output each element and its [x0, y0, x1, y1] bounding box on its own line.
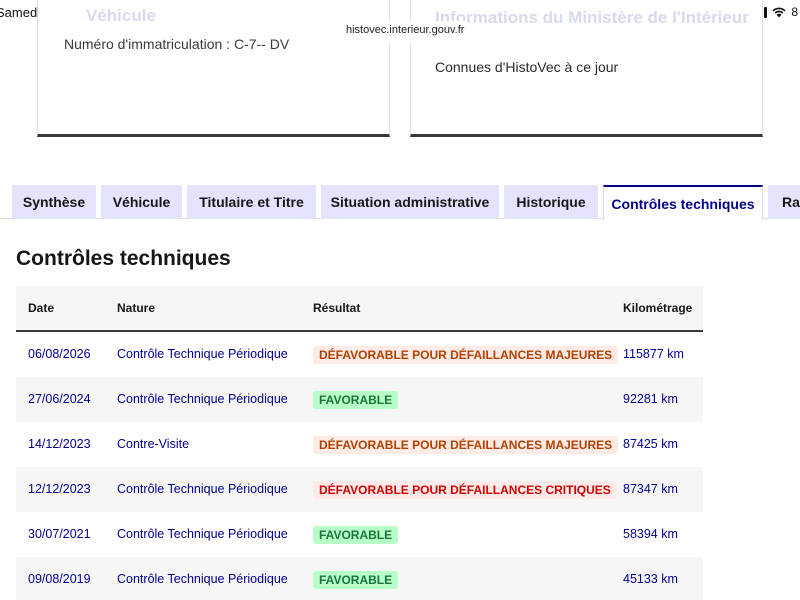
wifi-icon — [772, 7, 786, 17]
ministry-info-card-text: Connues d'HistoVec à ce jour — [435, 59, 619, 75]
column-header-nature: Nature — [117, 301, 156, 315]
result-badge-critical: DÉFAVORABLE POUR DÉFAILLANCES CRITIQUES — [313, 480, 617, 499]
vehicle-card: Véhicule Numéro d'immatriculation : C-7-… — [37, 0, 390, 137]
tab-controles-techniques[interactable]: Contrôles techniques — [603, 185, 763, 220]
tab-situation-administrative[interactable]: Situation administrative — [321, 185, 499, 219]
row-nature: Contrôle Technique Périodique — [117, 482, 288, 496]
row-km: 87347 km — [623, 482, 678, 496]
row-result: FAVORABLE — [313, 512, 399, 557]
row-nature: Contrôle Technique Périodique — [117, 347, 288, 361]
battery-percentage: 8 — [791, 5, 798, 19]
column-header-date: Date — [28, 301, 55, 315]
row-nature: Contre-Visite — [117, 437, 190, 451]
ministry-info-card-title: Informations du Ministère de l'Intérieur — [435, 8, 749, 27]
table-row: 06/08/2026 Contrôle Technique Périodique… — [16, 332, 703, 377]
row-km: 87425 km — [623, 437, 678, 451]
vehicle-card-registration: Numéro d'immatriculation : C-7-- DV — [64, 36, 290, 52]
row-date: 12/12/2023 — [28, 482, 91, 496]
row-result: DÉFAVORABLE POUR DÉFAILLANCES MAJEURES — [313, 332, 619, 377]
row-date: 09/08/2019 — [28, 572, 91, 586]
row-nature: Contrôle Technique Périodique — [117, 392, 288, 406]
row-date: 14/12/2023 — [28, 437, 91, 451]
row-date: 30/07/2021 — [28, 527, 91, 541]
table-row: 12/12/2023 Contrôle Technique Périodique… — [16, 467, 703, 512]
table-header: Date Nature Résultat Kilométrage — [16, 286, 703, 332]
tab-list: Synthèse Véhicule Titulaire et Titre Sit… — [0, 185, 800, 220]
row-result: DÉFAVORABLE POUR DÉFAILLANCES MAJEURES — [313, 422, 619, 467]
table-row: 27/06/2024 Contrôle Technique Périodique… — [16, 377, 703, 422]
result-badge-favorable: FAVORABLE — [313, 525, 399, 544]
tab-vehicule[interactable]: Véhicule — [101, 185, 182, 219]
row-km: 45133 km — [623, 572, 678, 586]
row-date: 06/08/2026 — [28, 347, 91, 361]
controles-techniques-table: Date Nature Résultat Kilométrage 06/08/2… — [16, 286, 703, 600]
row-nature: Contrôle Technique Périodique — [117, 572, 288, 586]
table-row: 30/07/2021 Contrôle Technique Périodique… — [16, 512, 703, 557]
result-badge-major: DÉFAVORABLE POUR DÉFAILLANCES MAJEURES — [313, 435, 619, 454]
table-row: 09/08/2019 Contrôle Technique Périodique… — [16, 557, 703, 600]
tab-titulaire-et-titre[interactable]: Titulaire et Titre — [187, 185, 316, 219]
table-row: 14/12/2023 Contre-Visite DÉFAVORABLE POU… — [16, 422, 703, 467]
row-result: DÉFAVORABLE POUR DÉFAILLANCES CRITIQUES — [313, 467, 617, 512]
row-nature: Contrôle Technique Périodique — [117, 527, 288, 541]
row-result: FAVORABLE — [313, 557, 399, 600]
url-bar[interactable]: histovec.interieur.gouv.fr — [336, 21, 475, 43]
row-date: 27/06/2024 — [28, 392, 91, 406]
tab-synthese[interactable]: Synthèse — [12, 185, 96, 219]
result-badge-favorable: FAVORABLE — [313, 570, 399, 589]
result-badge-favorable: FAVORABLE — [313, 390, 399, 409]
column-header-result: Résultat — [313, 301, 361, 315]
row-result: FAVORABLE — [313, 377, 399, 422]
result-badge-major: DÉFAVORABLE POUR DÉFAILLANCES MAJEURES — [313, 345, 619, 364]
row-km: 92281 km — [623, 392, 678, 406]
tab-historique[interactable]: Historique — [504, 185, 598, 219]
page-title: Contrôles techniques — [16, 247, 231, 270]
column-header-km: Kilométrage — [623, 301, 693, 315]
row-km: 115877 km — [623, 347, 684, 361]
row-km: 58394 km — [623, 527, 678, 541]
vehicle-card-title: Véhicule — [86, 6, 156, 25]
tab-rapport[interactable]: Rapport — [768, 185, 800, 219]
